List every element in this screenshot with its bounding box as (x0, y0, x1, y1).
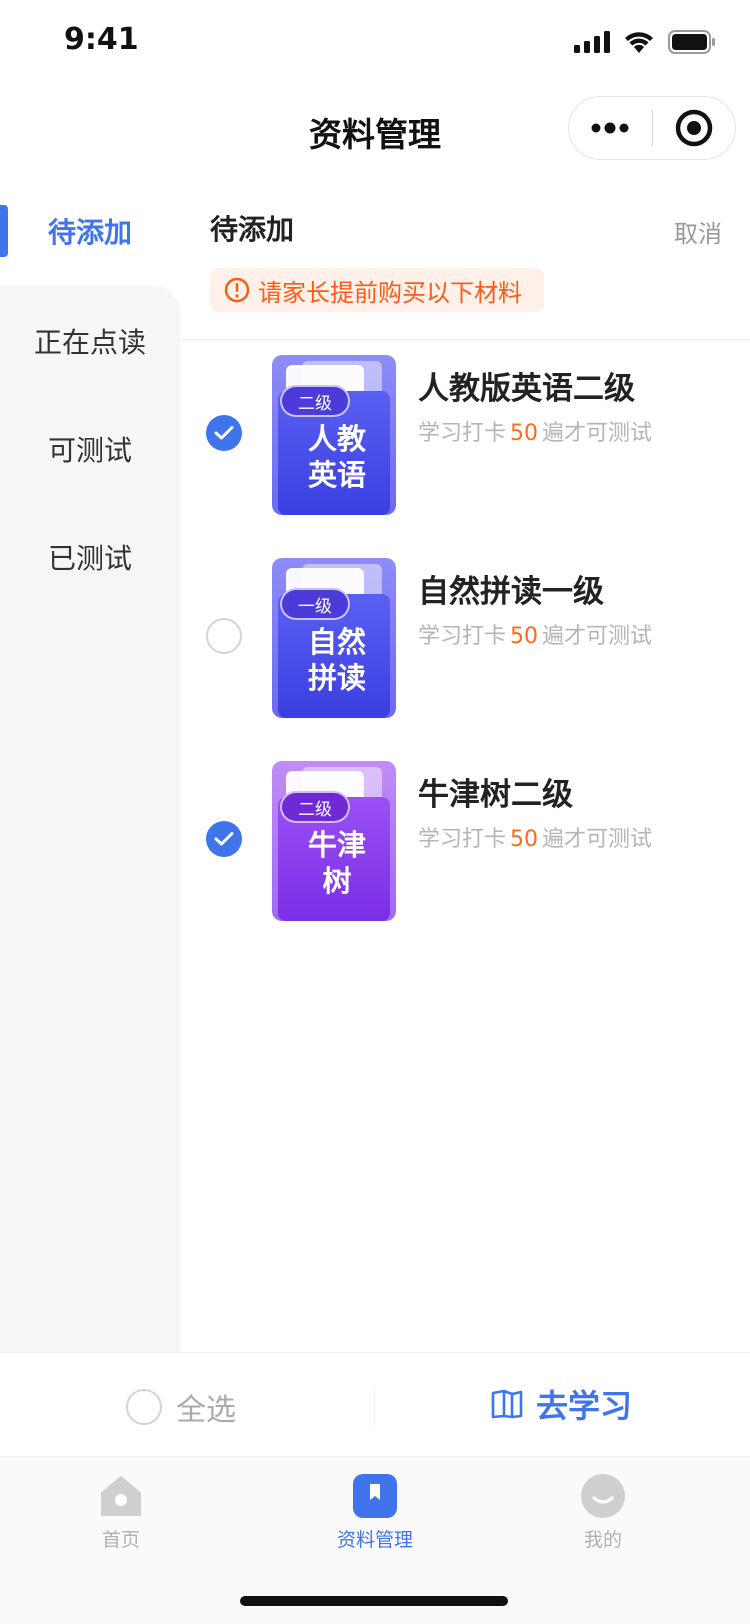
main-content: 待添加 取消 请家长提前购买以下材料 二级 人教 英语 人教版英语二级 学习打卡 5… (180, 176, 750, 1352)
item-requirement: 学习打卡 50 遍才可测试 (418, 618, 652, 650)
list-item[interactable]: 二级 人教 英语 人教版英语二级 学习打卡 50 遍才可测试 (180, 355, 750, 515)
cover-title: 人教 英语 (307, 422, 366, 492)
item-name: 牛津树二级 (418, 777, 573, 813)
bottom-action-bar: 全选 去学习 (0, 1352, 750, 1456)
cover-title: 自然 拼读 (307, 625, 366, 695)
mini-program-capsule (568, 96, 736, 160)
desc-suffix: 遍才可测试 (542, 827, 653, 852)
tab-home[interactable]: 首页 (46, 1473, 196, 1552)
more-dots-icon (591, 122, 629, 134)
checkin-count: 50 (510, 827, 539, 852)
book-cover: 一级 自然 拼读 (272, 558, 396, 718)
level-badge: 二级 (280, 385, 350, 417)
go-learn-button[interactable]: 去学习 (490, 1381, 632, 1427)
status-icons (574, 30, 716, 54)
level-badge: 二级 (280, 791, 350, 823)
tab-label: 我的 (583, 1529, 622, 1551)
nav-bar: 资料管理 (0, 88, 750, 176)
notice-text: 请家长提前购买以下材料 (258, 278, 522, 307)
desc-prefix: 学习打卡 (418, 827, 507, 852)
sidebar-item-label: 可测试 (47, 434, 132, 467)
cellular-signal-icon (574, 31, 610, 53)
wifi-icon (625, 32, 653, 53)
sidebar-item-label: 已测试 (47, 542, 132, 575)
select-all-button[interactable]: 全选 (126, 1385, 236, 1429)
checkin-count: 50 (510, 624, 539, 649)
status-bar: 9:41 (0, 0, 750, 88)
level-badge: 一级 (280, 588, 350, 620)
open-book-icon (491, 1389, 523, 1419)
checkmark-icon (214, 832, 234, 846)
close-mini-program-button[interactable] (653, 96, 736, 160)
status-time: 9:41 (64, 22, 139, 57)
profile-icon (581, 1474, 625, 1518)
go-learn-label: 去学习 (536, 1387, 633, 1425)
divider (180, 339, 750, 340)
section-title: 待添加 (210, 213, 295, 246)
book-cover: 二级 牛津树 (272, 761, 396, 921)
tab-label: 资料管理 (336, 1529, 413, 1551)
sidebar-item-pending[interactable]: 待添加 (0, 176, 180, 286)
cover-title: 牛津树 (307, 828, 366, 898)
home-icon (101, 1476, 141, 1516)
more-button[interactable] (569, 96, 652, 160)
battery-icon (668, 30, 715, 54)
sidebar-item-label: 待添加 (47, 216, 132, 249)
book-cover: 二级 人教 英语 (272, 355, 396, 515)
item-requirement: 学习打卡 50 遍才可测试 (418, 415, 652, 447)
tab-profile[interactable]: 我的 (528, 1473, 678, 1552)
list-item[interactable]: 二级 牛津树 牛津树二级 学习打卡 50 遍才可测试 (180, 761, 750, 921)
checkin-count: 50 (510, 421, 539, 446)
item-checkbox[interactable] (206, 821, 242, 857)
desc-prefix: 学习打卡 (418, 624, 507, 649)
list-item[interactable]: 一级 自然 拼读 自然拼读一级 学习打卡 50 遍才可测试 (180, 558, 750, 718)
desc-suffix: 遍才可测试 (542, 421, 653, 446)
select-all-label: 全选 (176, 1393, 236, 1428)
item-checkbox[interactable] (206, 618, 242, 654)
tab-materials[interactable]: 资料管理 (300, 1473, 450, 1552)
item-requirement: 学习打卡 50 遍才可测试 (418, 821, 652, 853)
desc-prefix: 学习打卡 (418, 421, 507, 446)
active-indicator (0, 205, 8, 257)
desc-suffix: 遍才可测试 (542, 624, 653, 649)
sidebar-item-tested[interactable]: 已测试 (0, 502, 180, 612)
item-name: 自然拼读一级 (418, 574, 604, 610)
item-checkbox[interactable] (206, 415, 242, 451)
tab-label: 首页 (101, 1529, 140, 1551)
alert-circle-icon (224, 277, 250, 303)
sidebar-item-label: 正在点读 (33, 326, 146, 359)
sidebar-item-reading[interactable]: 正在点读 (0, 286, 180, 396)
sidebar-item-testable[interactable]: 可测试 (0, 394, 180, 504)
item-name: 人教版英语二级 (418, 371, 635, 407)
purchase-notice: 请家长提前购买以下材料 (210, 268, 544, 312)
cancel-button[interactable]: 取消 (674, 214, 722, 249)
bookmark-icon (353, 1474, 397, 1518)
target-close-icon (675, 109, 712, 147)
category-sidebar: 待添加 正在点读 可测试 已测试 (0, 176, 180, 1352)
home-indicator (240, 1596, 508, 1606)
select-all-radio[interactable] (126, 1389, 162, 1425)
checkmark-icon (214, 426, 234, 440)
action-divider (374, 1385, 375, 1425)
